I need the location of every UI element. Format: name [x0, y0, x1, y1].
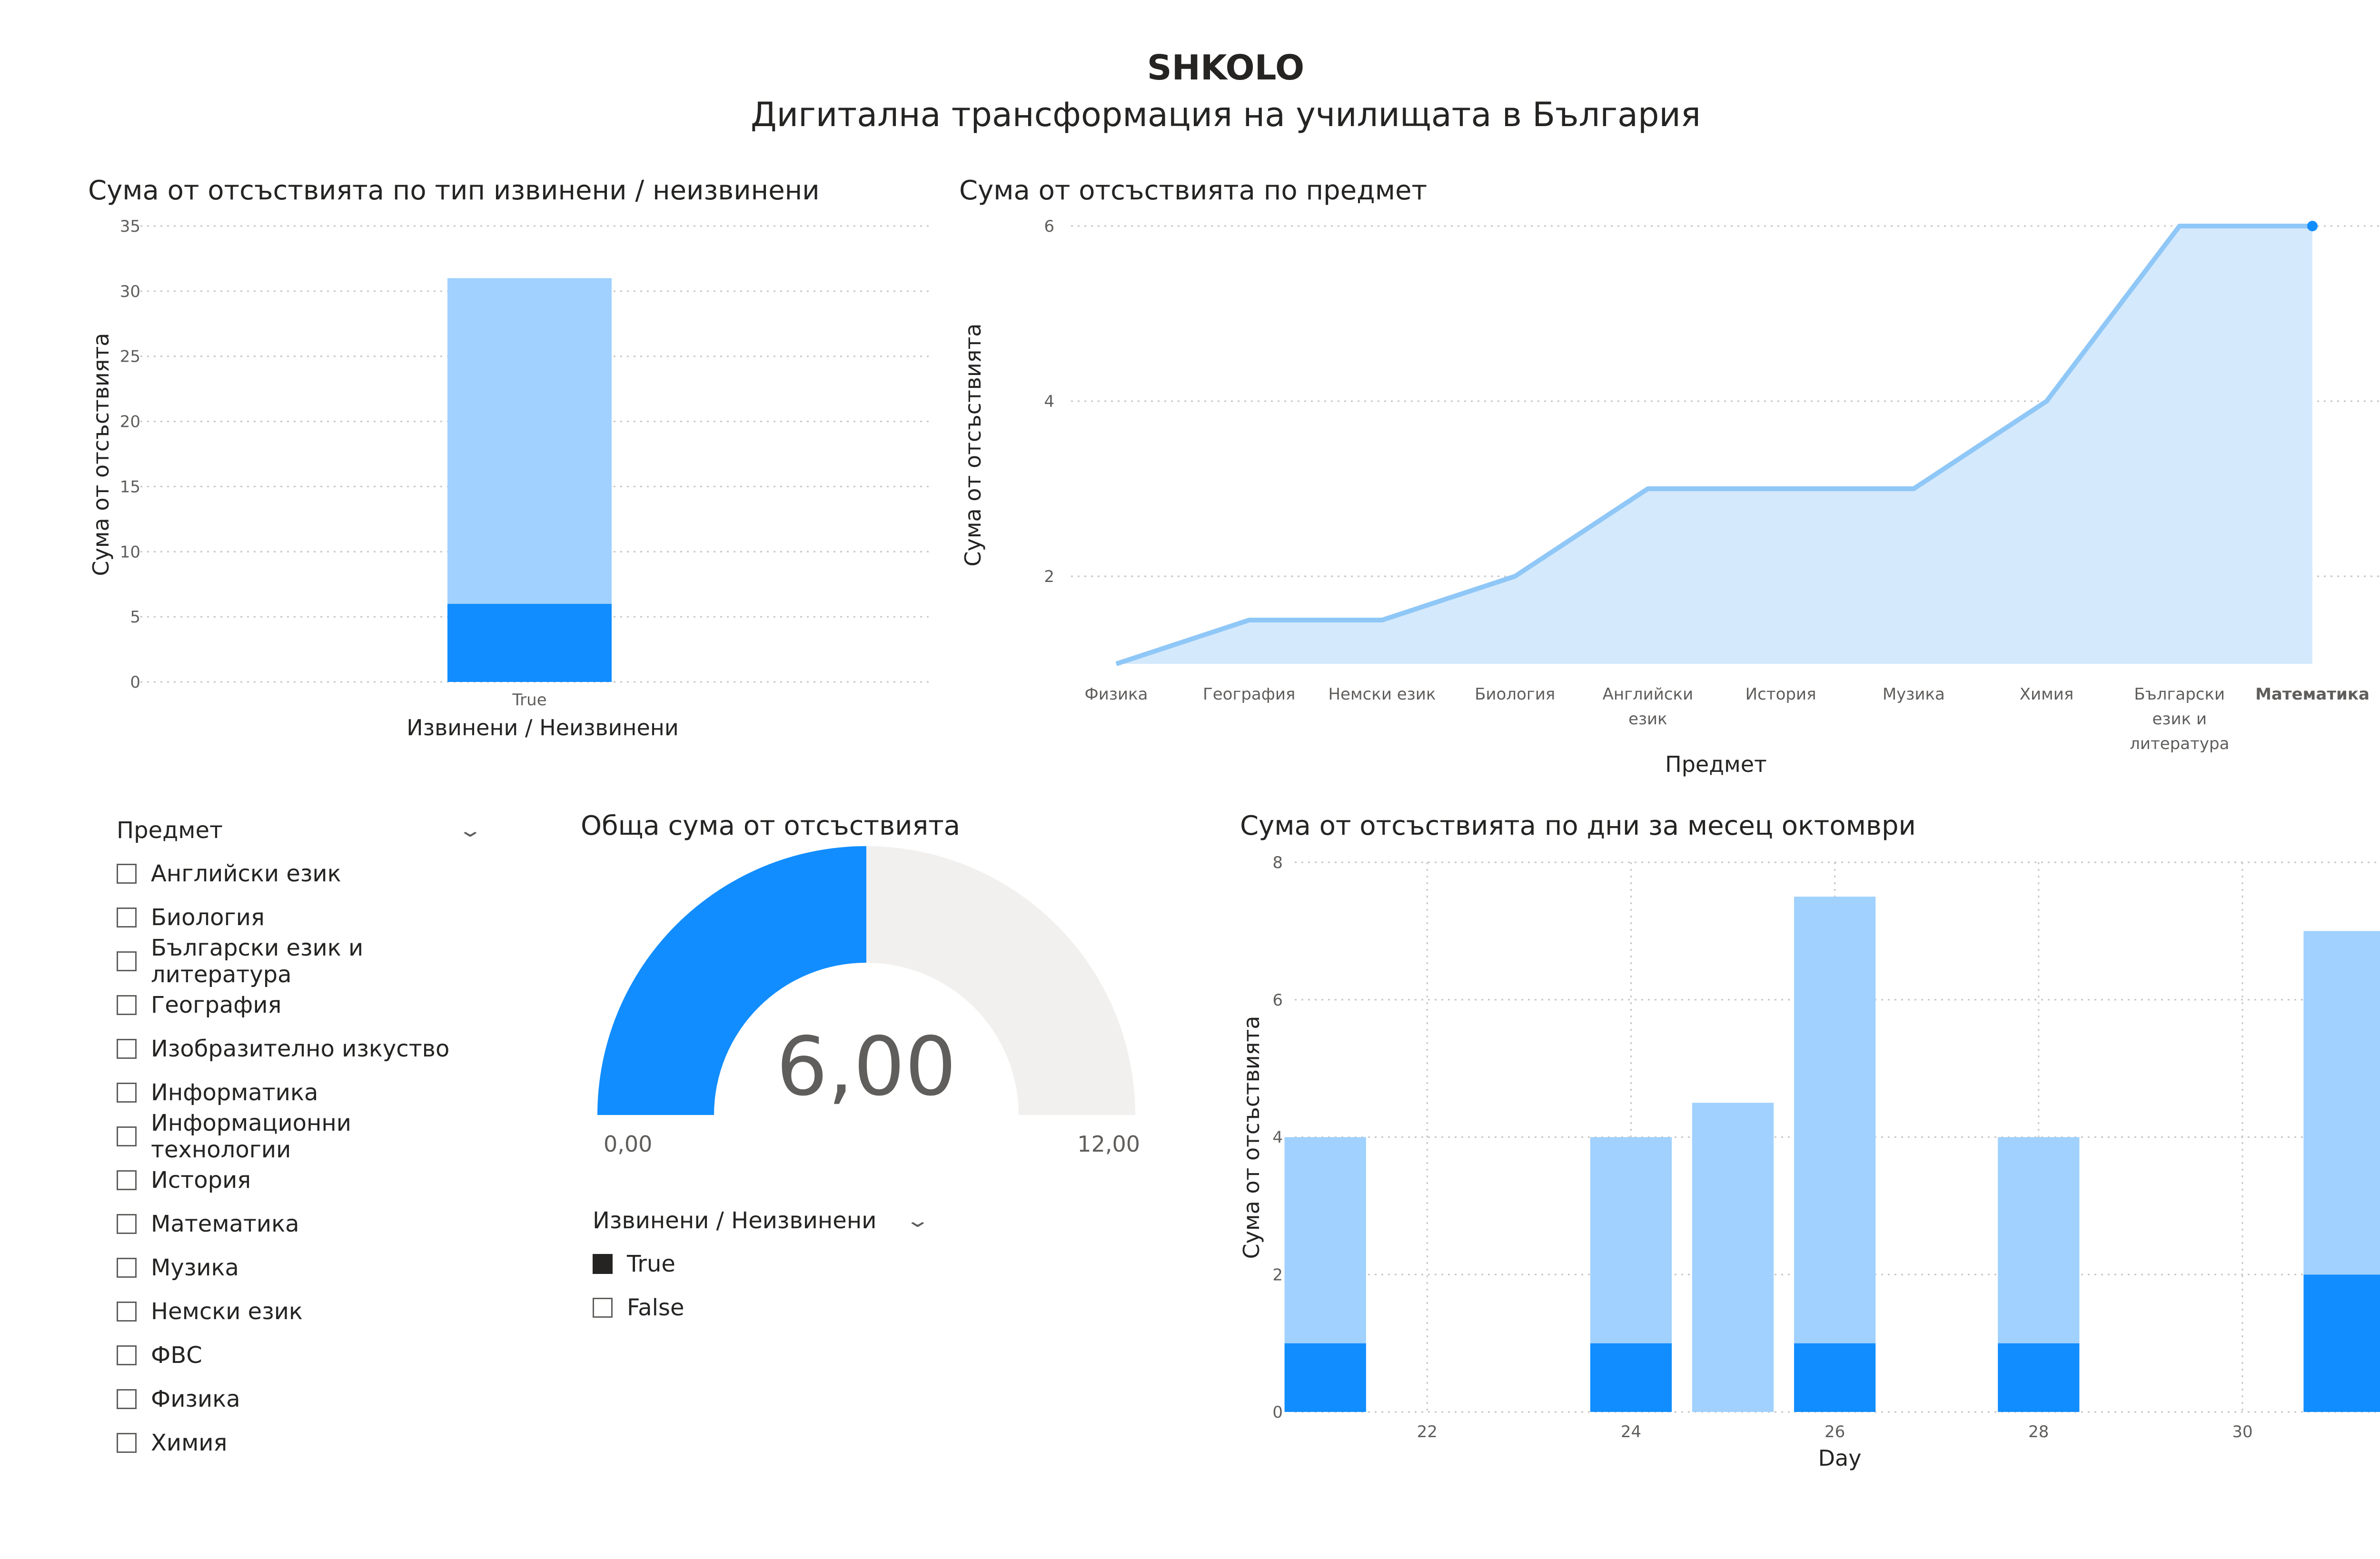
y-tick-label: 0 — [1272, 1403, 1283, 1422]
bar-segment — [1998, 1137, 2080, 1343]
bar-segment — [1794, 1343, 1876, 1412]
day-bar-chart: 0246822 24 26 28 30DayСума от отсъствията — [1239, 853, 2380, 1471]
y-tick-label: 8 — [1272, 853, 1283, 872]
bar-segment — [1284, 1137, 1366, 1343]
x-tick-label: 22 — [1417, 1422, 1438, 1441]
bar-segment — [1590, 1343, 1672, 1412]
x-tick-label: 28 — [2028, 1422, 2049, 1441]
bar-segment — [2303, 1274, 2380, 1412]
bar-segment — [1692, 1103, 1774, 1412]
y-tick-label: 6 — [1272, 991, 1283, 1010]
x-axis-title: Day — [1818, 1445, 1862, 1471]
y-axis-title: Сума от отсъствията — [1239, 1016, 1264, 1259]
y-tick-label: 4 — [1272, 1128, 1283, 1147]
bar-segment — [1998, 1343, 2080, 1412]
x-tick-label: 24 — [1621, 1422, 1641, 1441]
bar-segment — [2303, 931, 2380, 1275]
x-tick-label: 30 — [2232, 1422, 2252, 1441]
bar-segment — [1284, 1343, 1366, 1412]
x-tick-label: 26 — [1825, 1422, 1845, 1441]
y-tick-label: 2 — [1272, 1265, 1283, 1284]
bar-segment — [1794, 897, 1876, 1343]
bar-segment — [1590, 1137, 1672, 1343]
